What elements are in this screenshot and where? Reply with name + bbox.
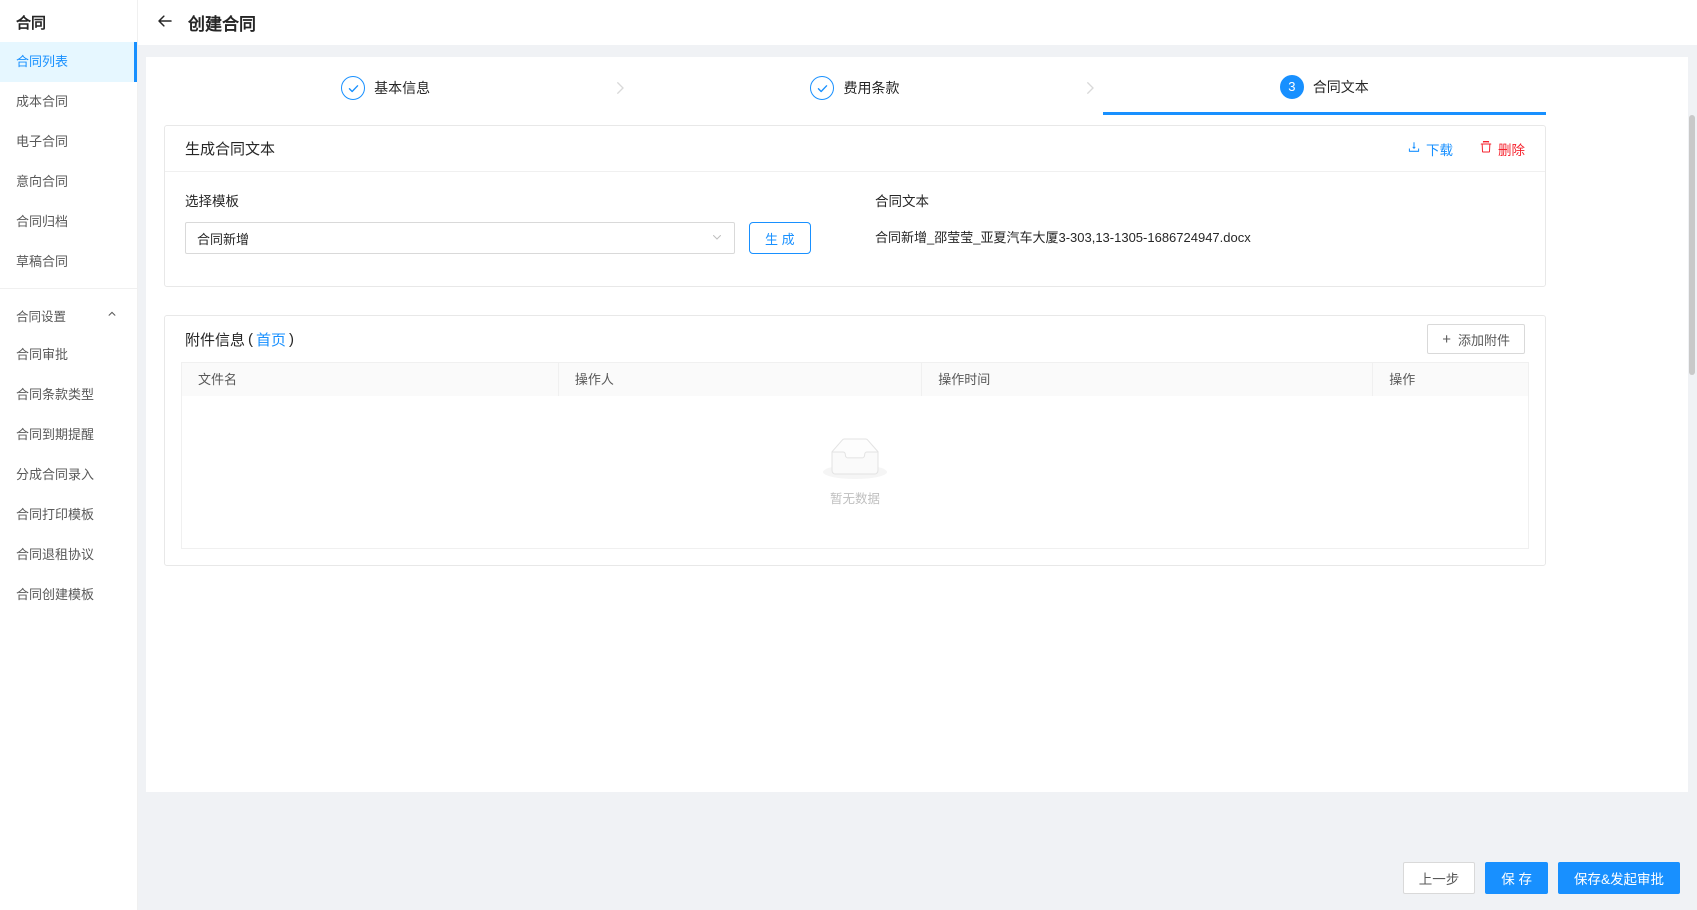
- add-attachment-button[interactable]: + 添加附件: [1427, 324, 1525, 354]
- sidebar-item-split-contract-entry[interactable]: 分成合同录入: [0, 455, 137, 495]
- step-basic-info[interactable]: 基本信息: [164, 61, 607, 115]
- sidebar-item-label: 合同审批: [16, 347, 69, 362]
- sidebar-item-label: 合同创建模板: [16, 587, 95, 602]
- sidebar-item-label: 电子合同: [16, 134, 69, 149]
- save-button[interactable]: 保 存: [1485, 862, 1548, 894]
- template-select[interactable]: 合同新增: [185, 222, 735, 254]
- column-header-actions: 操作: [1389, 372, 1416, 387]
- sidebar-item-draft-contract[interactable]: 草稿合同: [0, 242, 137, 282]
- sidebar-item-label: 草稿合同: [16, 254, 69, 269]
- step-number-badge: 3: [1279, 74, 1304, 99]
- step-label: 合同文本: [1312, 78, 1369, 95]
- main-area: 创建合同 基本信息 费用条款 3 合同文本 生成合同文本 下载 删除 选择模板 …: [138, 0, 1697, 910]
- template-select-label: 选择模板: [185, 194, 239, 209]
- step-check-icon: [341, 76, 366, 100]
- step-fee-terms[interactable]: 费用条款: [633, 61, 1076, 115]
- sidebar-group-contract-settings[interactable]: 合同设置: [0, 295, 137, 335]
- generate-section-body: 选择模板 合同新增 生 成 合同文本 合同新增_邵莹莹_亚夏汽车大厦3-303,…: [165, 172, 1545, 286]
- contract-file-name: 合同新增_邵莹莹_亚夏汽车大厦3-303,13-1305-1686724947.…: [875, 230, 1251, 245]
- app-window: 合同 合同列表 成本合同 电子合同 意向合同 合同归档 草稿合同 合同设置 合同…: [0, 0, 1697, 910]
- sidebar-item-intent-contract[interactable]: 意向合同: [0, 162, 137, 202]
- template-select-value: 合同新增: [197, 231, 250, 247]
- sidebar-item-label: 合同条款类型: [16, 387, 95, 402]
- sidebar-item-label: 合同退租协议: [16, 547, 95, 562]
- column-header-filename: 文件名: [182, 363, 559, 396]
- download-icon: [1407, 140, 1421, 157]
- column-header-operator: 操作人: [559, 363, 923, 396]
- stepper: 基本信息 费用条款 3 合同文本: [164, 61, 1546, 115]
- empty-box-icon: [823, 438, 887, 482]
- attachment-table: 文件名 操作人 操作时间 操作 暂无数据: [165, 362, 1545, 565]
- sidebar-item-clause-type[interactable]: 合同条款类型: [0, 375, 137, 415]
- attachment-table-header: 文件名 操作人 操作时间 操作: [182, 363, 1528, 396]
- content-card: 基本信息 费用条款 3 合同文本 生成合同文本 下载 删除 选择模板 合同新增 …: [146, 57, 1688, 792]
- download-button[interactable]: 下载: [1407, 139, 1453, 159]
- sidebar-item-label: 成本合同: [16, 94, 69, 109]
- delete-button[interactable]: 删除: [1479, 139, 1525, 159]
- sidebar-item-e-contract[interactable]: 电子合同: [0, 122, 137, 162]
- sidebar-item-label: 合同打印模板: [16, 507, 95, 522]
- sidebar-item-label: 合同到期提醒: [16, 427, 95, 442]
- sidebar-item-label: 合同归档: [16, 214, 69, 229]
- generate-button[interactable]: 生 成: [749, 222, 811, 254]
- generate-contract-section: 生成合同文本 下载 删除 选择模板 合同新增 生 成 合同文本 合同新增_邵莹莹…: [164, 125, 1546, 287]
- step-label: 费用条款: [843, 80, 900, 96]
- sidebar-item-contract-approval[interactable]: 合同审批: [0, 335, 137, 375]
- attachment-section-header: 附件信息 ( 首页 ) + 添加附件: [165, 316, 1545, 362]
- sidebar-item-contract-list[interactable]: 合同列表: [0, 42, 137, 82]
- add-attachment-label: 添加附件: [1457, 332, 1510, 348]
- sidebar-item-print-template[interactable]: 合同打印模板: [0, 495, 137, 535]
- step-label: 基本信息: [374, 80, 431, 96]
- save-and-submit-button[interactable]: 保存&发起审批: [1557, 862, 1680, 894]
- sidebar-item-lease-termination[interactable]: 合同退租协议: [0, 535, 137, 575]
- empty-state: 暂无数据: [182, 396, 1528, 548]
- download-label: 下载: [1426, 142, 1453, 158]
- column-header-operate-time: 操作时间: [922, 363, 1374, 396]
- sidebar-divider: [0, 288, 137, 289]
- sidebar-item-label: 合同列表: [16, 54, 69, 69]
- paren-close: ): [289, 330, 295, 348]
- sidebar-item-contract-archive[interactable]: 合同归档: [0, 202, 137, 242]
- previous-step-button[interactable]: 上一步: [1402, 862, 1476, 894]
- chevron-right-icon: [1077, 61, 1103, 115]
- sidebar-item-label: 分成合同录入: [16, 467, 95, 482]
- active-indicator: [134, 42, 137, 82]
- paren-open: (: [248, 330, 254, 348]
- empty-text: 暂无数据: [829, 491, 880, 506]
- page-header: 创建合同: [138, 0, 1697, 45]
- sidebar-title: 合同: [16, 15, 47, 32]
- sidebar-item-label: 意向合同: [16, 174, 69, 189]
- generate-section-header: 生成合同文本 下载 删除: [165, 126, 1545, 172]
- back-button[interactable]: [156, 12, 174, 33]
- trash-icon: [1479, 140, 1493, 157]
- delete-label: 删除: [1498, 142, 1525, 158]
- attachment-section-title: 附件信息: [185, 331, 246, 349]
- chevron-right-icon: [607, 61, 633, 115]
- vertical-scrollbar-thumb[interactable]: [1689, 115, 1695, 375]
- footer-actions: 上一步 保 存 保存&发起审批: [1402, 862, 1680, 894]
- page-title: 创建合同: [188, 15, 256, 34]
- contract-text-label: 合同文本: [875, 194, 929, 209]
- attachment-section: 附件信息 ( 首页 ) + 添加附件 文件名 操作人 操作时间 操作 暂无数据: [164, 315, 1546, 566]
- sidebar-group-label: 合同设置: [16, 309, 67, 324]
- back-arrow-icon: [156, 12, 174, 33]
- sidebar: 合同 合同列表 成本合同 电子合同 意向合同 合同归档 草稿合同 合同设置 合同…: [0, 0, 138, 910]
- caret-up-icon: [107, 308, 117, 322]
- sidebar-item-expiry-reminder[interactable]: 合同到期提醒: [0, 415, 137, 455]
- sidebar-item-cost-contract[interactable]: 成本合同: [0, 82, 137, 122]
- sidebar-item-create-template[interactable]: 合同创建模板: [0, 575, 137, 615]
- step-contract-text[interactable]: 3 合同文本: [1102, 61, 1546, 115]
- first-page-link[interactable]: 首页: [256, 329, 286, 350]
- step-check-icon: [810, 76, 835, 100]
- chevron-down-icon: [711, 231, 723, 246]
- generate-section-title: 生成合同文本: [185, 141, 276, 158]
- plus-icon: +: [1442, 330, 1451, 348]
